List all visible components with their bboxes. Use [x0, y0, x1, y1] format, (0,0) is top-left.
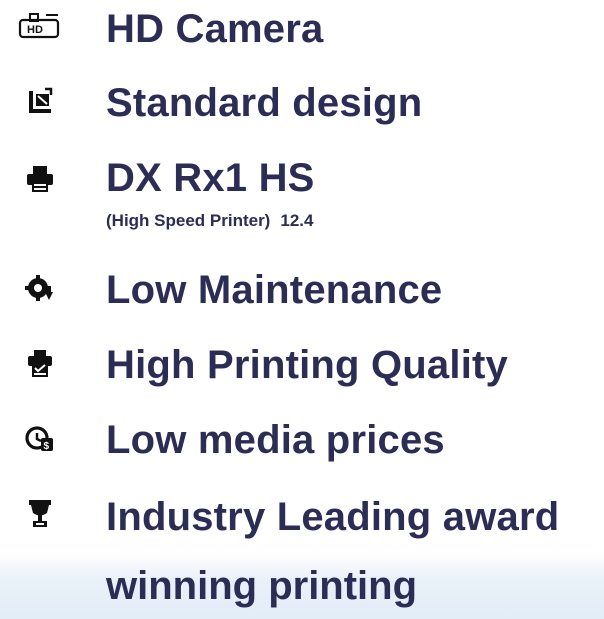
feature-label: Industry Leading award: [106, 495, 560, 539]
hd-camera-icon: HD: [18, 8, 62, 44]
feature-high-printing-quality: High Printing Quality: [0, 340, 604, 400]
design-icon: [18, 84, 62, 120]
svg-text:HD: HD: [27, 24, 43, 36]
feature-label: Standard design: [106, 81, 423, 125]
feature-label: HD Camera: [106, 7, 324, 51]
feature-dx-rx1-hs: DX Rx1 HS (High Speed Printer) 12.4: [0, 155, 604, 245]
sublabel-text: (High Speed Printer): [106, 211, 271, 230]
feature-list: HD HD Camera Standard design DX Rx1 HS (…: [0, 0, 604, 619]
feature-standard-design: Standard design: [0, 80, 604, 140]
printer-icon: [18, 161, 62, 197]
feature-label: Low Maintenance: [106, 268, 443, 312]
feature-label: DX Rx1 HS: [106, 156, 315, 200]
feature-sublabel: (High Speed Printer) 12.4: [106, 211, 313, 231]
feature-label: Low media prices: [106, 418, 445, 462]
feature-label-continuation: winning printing: [106, 564, 418, 608]
svg-text:$: $: [44, 441, 50, 452]
price-icon: $: [18, 421, 62, 457]
maintenance-icon: [18, 271, 62, 307]
trophy-icon: [18, 496, 62, 532]
feature-low-media-prices: $ Low media prices: [0, 415, 604, 475]
feature-low-maintenance: Low Maintenance: [0, 265, 604, 325]
feature-industry-leading-award: Industry Leading award: [0, 492, 604, 552]
quality-icon: [18, 346, 62, 382]
sublabel-value: 12.4: [280, 211, 314, 230]
feature-hd-camera: HD HD Camera: [0, 0, 604, 60]
feature-label: High Printing Quality: [106, 343, 508, 387]
